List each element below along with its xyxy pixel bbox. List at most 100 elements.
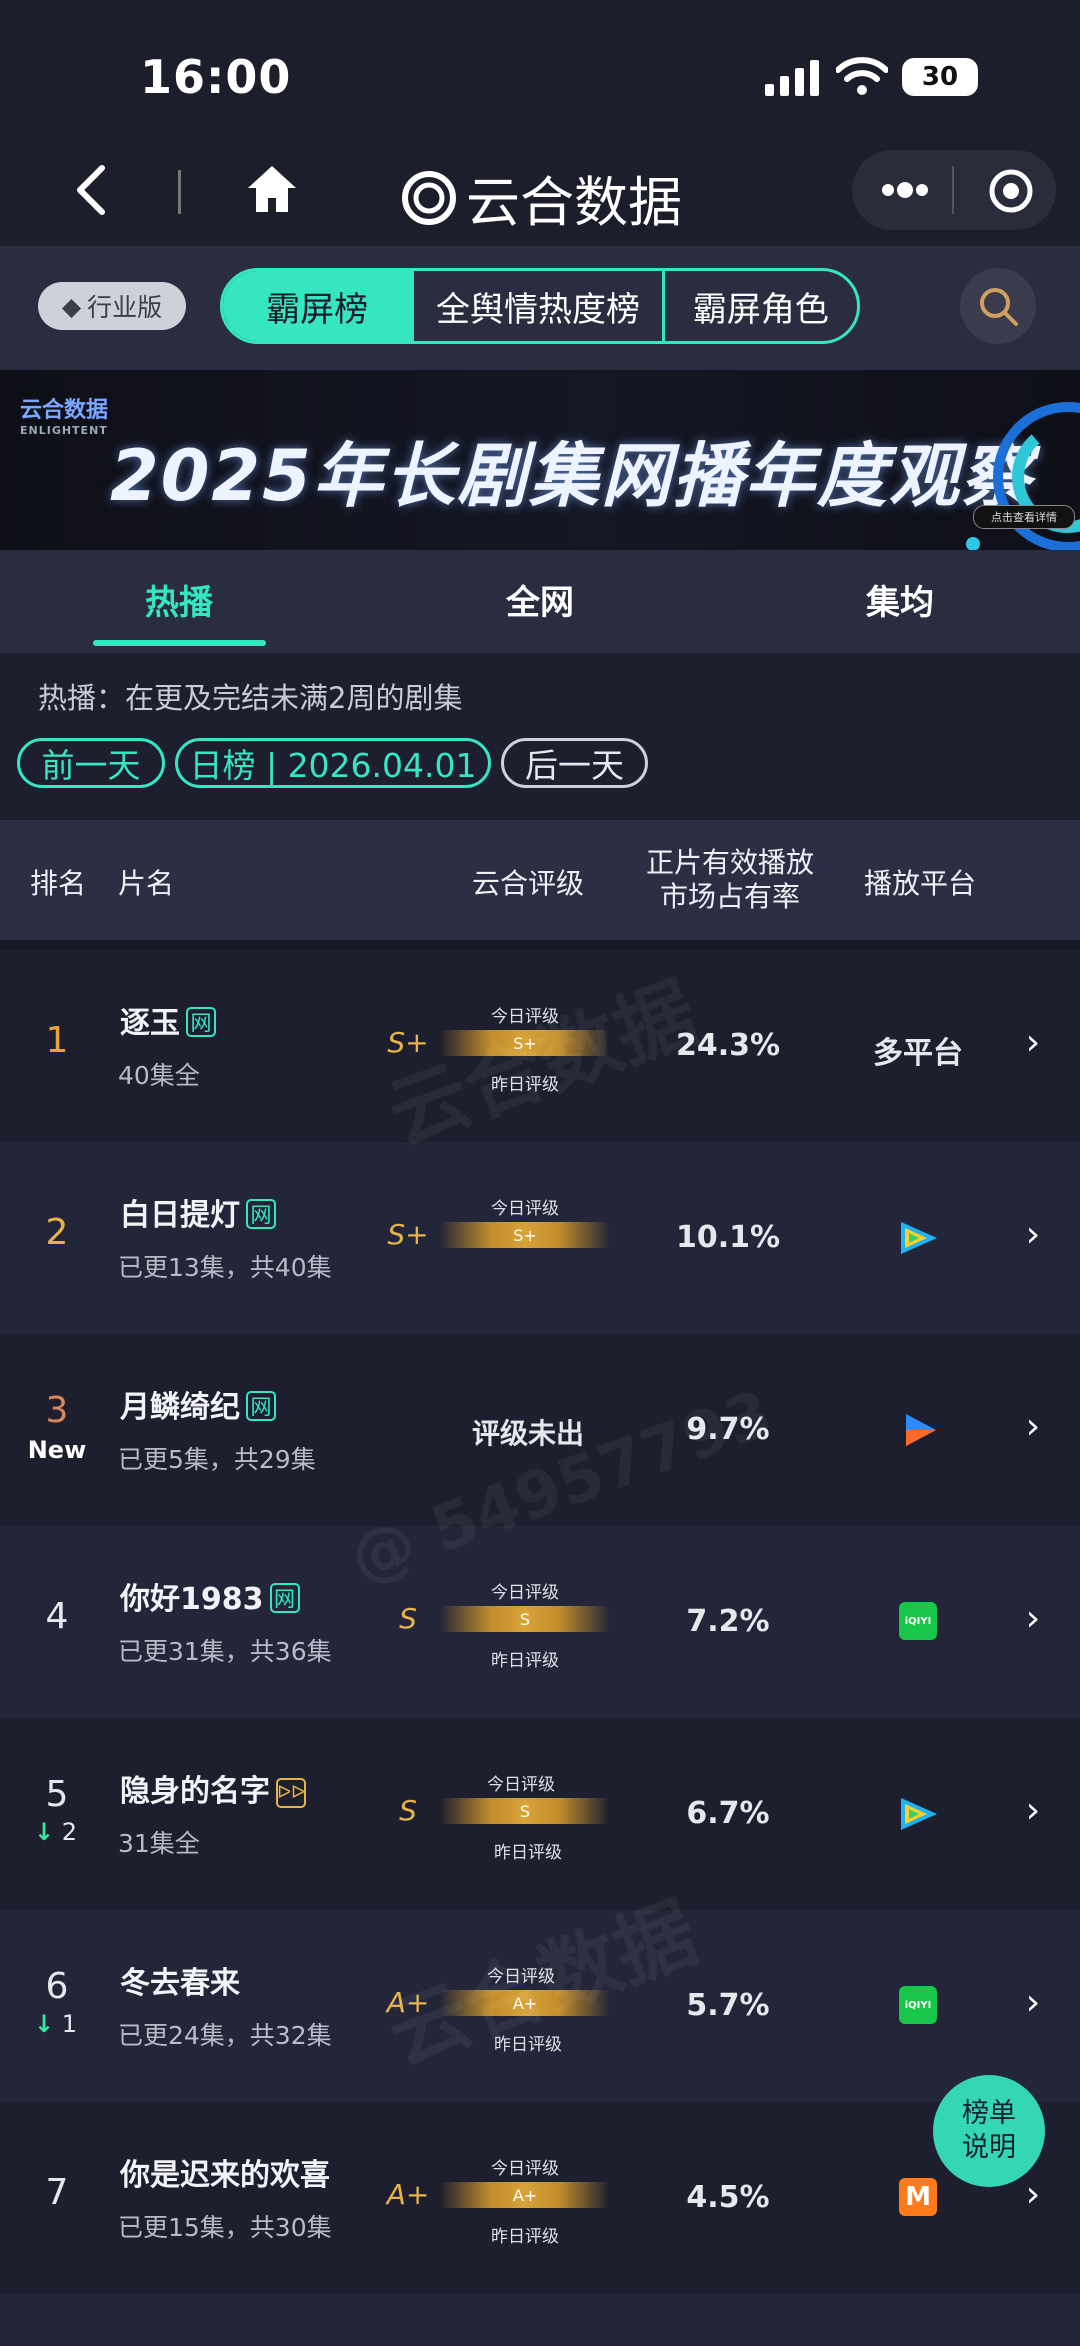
tab-jijun[interactable]: 集均 xyxy=(800,575,1000,624)
row-share: 6.7% xyxy=(686,1796,770,1831)
row-grade: S+ xyxy=(387,1218,429,1251)
grade-bar: S xyxy=(440,1606,610,1632)
active-tab-indicator xyxy=(93,640,266,646)
new-badge: New xyxy=(27,1436,87,1464)
row-title: 你是迟来的欢喜 xyxy=(120,2158,330,2193)
industry-edition-label: 行业版 xyxy=(87,293,163,322)
row-title-group: 隐身的名字 ᐅᐅ xyxy=(120,1766,306,1810)
row-title: 你好1983 xyxy=(120,1582,264,1617)
segment-bapingbang[interactable]: 霸屏榜 xyxy=(223,271,412,341)
row-episodes: 已更13集，共40集 xyxy=(118,1253,332,1282)
table-row-partial xyxy=(0,2294,1080,2346)
chevron-right-icon[interactable]: › xyxy=(1013,1598,1053,1639)
back-icon[interactable] xyxy=(72,164,112,220)
segment-bapingjuese[interactable]: 霸屏角色 xyxy=(661,271,857,341)
mango-tv-icon: M xyxy=(899,2178,937,2216)
row-rank: 4 xyxy=(45,1596,69,1637)
row-grade: A+ xyxy=(386,2178,430,2211)
exclusive-badge: ᐅᐅ xyxy=(276,1777,306,1808)
chevron-right-icon[interactable]: › xyxy=(1013,1982,1053,2023)
row-rank: 7 xyxy=(45,2172,69,2213)
row-rank: 5 xyxy=(45,1774,69,1815)
search-icon xyxy=(980,288,1018,326)
banner-logo-text: 云合数据 xyxy=(20,398,109,423)
chevron-right-icon[interactable]: › xyxy=(1013,1022,1053,1063)
header-rank: 排名 xyxy=(30,867,87,900)
iqiyi-icon: iQIYI xyxy=(899,1986,937,2024)
search-button[interactable] xyxy=(960,268,1036,344)
row-title-group: 你好1983 网 xyxy=(120,1574,300,1618)
yunhe-logo-icon xyxy=(402,170,456,225)
table-row[interactable]: 7 你是迟来的欢喜 已更15集，共30集 A+ 今日评级 A+ 昨日评级 4.5… xyxy=(0,2102,1080,2294)
tencent-video-icon xyxy=(897,1794,939,1838)
row-episodes: 31集全 xyxy=(118,1829,200,1858)
row-grade: S xyxy=(399,1794,417,1827)
header-platform: 播放平台 xyxy=(864,867,977,900)
banner-detail-button[interactable]: 点击查看详情 xyxy=(973,505,1075,529)
row-episodes: 已更24集，共32集 xyxy=(118,2021,332,2050)
date-picker[interactable]: 日榜 | 2026.04.01 xyxy=(175,738,491,788)
next-day-button[interactable]: 后一天 xyxy=(501,738,648,788)
segment-quanyuqing[interactable]: 全舆情热度榜 xyxy=(411,271,662,341)
header-share: 正片有效播放 市场占有率 xyxy=(636,846,824,914)
table-row[interactable]: 2 白日提灯网 已更13集，共40集 S+ 今日评级 S+ 10.1% › xyxy=(0,1142,1080,1334)
ranking-info-button[interactable]: 榜单 说明 xyxy=(933,2075,1045,2187)
row-title: 冬去春来 xyxy=(120,1966,240,2001)
row-episodes: 已更15集，共30集 xyxy=(118,2213,332,2242)
row-grade: S xyxy=(399,1602,417,1635)
row-platform: 多平台 xyxy=(873,1036,963,1071)
row-rank: 3 xyxy=(45,1390,69,1431)
header-name: 片名 xyxy=(118,867,175,900)
banner-logo: 云合数据 ENLIGHTENT xyxy=(20,392,108,437)
chevron-right-icon[interactable]: › xyxy=(1013,2174,1053,2215)
app-title: 云合数据 xyxy=(466,171,682,234)
today-grade-label: 今日评级 xyxy=(491,1199,559,1219)
row-title-group: 逐玉网 xyxy=(120,998,216,1042)
banner-title: 2025年长剧集网播年度观察 xyxy=(110,435,1033,517)
row-rank: 1 xyxy=(45,1020,69,1061)
arrow-down-icon: ↓ xyxy=(34,1818,55,1846)
chevron-right-icon[interactable]: › xyxy=(1013,1790,1053,1831)
today-grade-label: 今日评级 xyxy=(491,2159,559,2179)
row-rank: 2 xyxy=(45,1212,69,1253)
tab-quanwang[interactable]: 全网 xyxy=(440,575,640,624)
rank-change-value: 1 xyxy=(61,2010,78,2038)
grade-bar: S+ xyxy=(440,1222,610,1248)
chevron-right-icon[interactable]: › xyxy=(1013,1214,1053,1255)
arrow-down-icon: ↓ xyxy=(34,2010,55,2038)
wifi-icon xyxy=(835,56,889,100)
header-separator xyxy=(0,940,1080,950)
net-drama-badge: 网 xyxy=(246,1199,276,1229)
net-drama-badge: 网 xyxy=(186,1007,216,1037)
row-share: 5.7% xyxy=(686,1988,770,2023)
table-row[interactable]: 4 你好1983 网 已更31集，共36集 S 今日评级 S 昨日评级 7.2% … xyxy=(0,1526,1080,1718)
row-rank: 6 xyxy=(45,1966,69,2007)
ranking-info-line2: 说明 xyxy=(962,2132,1016,2163)
net-drama-badge: 网 xyxy=(246,1391,276,1421)
header-share-line1: 正片有效播放 xyxy=(645,846,814,879)
diamond-icon: ◆ xyxy=(61,291,82,321)
prev-day-button[interactable]: 前一天 xyxy=(17,738,165,788)
cellular-signal-icon xyxy=(765,60,821,100)
row-episodes: 已更31集，共36集 xyxy=(118,1637,332,1666)
rank-change: ↓ 2 xyxy=(34,1818,77,1846)
row-title-group: 月鳞绮纪网 xyxy=(120,1382,276,1426)
banner-ring-graphic xyxy=(948,392,1080,556)
rank-change-value: 2 xyxy=(61,1818,78,1846)
today-grade-label: 今日评级 xyxy=(491,1583,559,1603)
chevron-right-icon[interactable]: › xyxy=(1013,1406,1053,1447)
tab-rebo[interactable]: 热播 xyxy=(79,575,279,624)
table-row[interactable]: 5 ↓ 2 隐身的名字 ᐅᐅ 31集全 S 今日评级 S 昨日评级 6.7% › xyxy=(0,1718,1080,1910)
close-miniapp-icon[interactable] xyxy=(988,168,1034,218)
row-share: 7.2% xyxy=(686,1604,770,1639)
row-title: 月鳞绮纪 xyxy=(120,1390,240,1425)
industry-edition-button[interactable]: ◆ 行业版 xyxy=(38,282,186,330)
home-icon[interactable] xyxy=(244,162,300,220)
grade-bar: A+ xyxy=(440,2182,610,2208)
row-title: 隐身的名字 xyxy=(120,1774,270,1809)
yesterday-grade-label: 昨日评级 xyxy=(494,1843,562,1863)
grade-bar: S xyxy=(440,1798,610,1824)
tencent-video-icon xyxy=(897,1218,939,1262)
more-icon[interactable] xyxy=(880,180,930,204)
yesterday-grade-label: 昨日评级 xyxy=(491,2227,559,2247)
